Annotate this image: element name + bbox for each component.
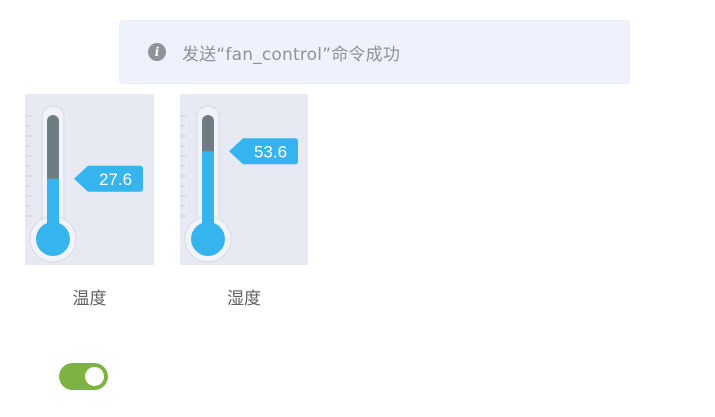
value-tag: 27.6 (74, 165, 143, 192)
page: i 发送“fan_control”命令成功 27.6 温度 53.6 湿度 (0, 0, 715, 417)
gauge-ticks (180, 115, 187, 217)
gauge-value: 53.6 (254, 142, 287, 161)
thermometer-icon: 53.6 (180, 105, 298, 263)
humidity-gauge: 53.6 湿度 (180, 94, 308, 309)
gauge-value: 27.6 (99, 170, 132, 189)
gauge-panel: 53.6 (180, 94, 308, 265)
temperature-gauge: 27.6 温度 (25, 94, 154, 309)
gauge-label: 温度 (72, 289, 107, 309)
gauge-label: 湿度 (227, 289, 261, 309)
gauge-panel: 27.6 (25, 94, 154, 265)
toggle-knob (85, 367, 104, 386)
notification-message: 发送“fan_control”命令成功 (182, 44, 401, 65)
thermometer-icon: 27.6 (25, 105, 143, 263)
info-icon: i (148, 43, 166, 61)
value-tag: 53.6 (229, 138, 298, 165)
success-notification: i 发送“fan_control”命令成功 (119, 20, 630, 84)
gauge-ticks (25, 115, 32, 217)
toggle-switch[interactable] (59, 363, 108, 390)
